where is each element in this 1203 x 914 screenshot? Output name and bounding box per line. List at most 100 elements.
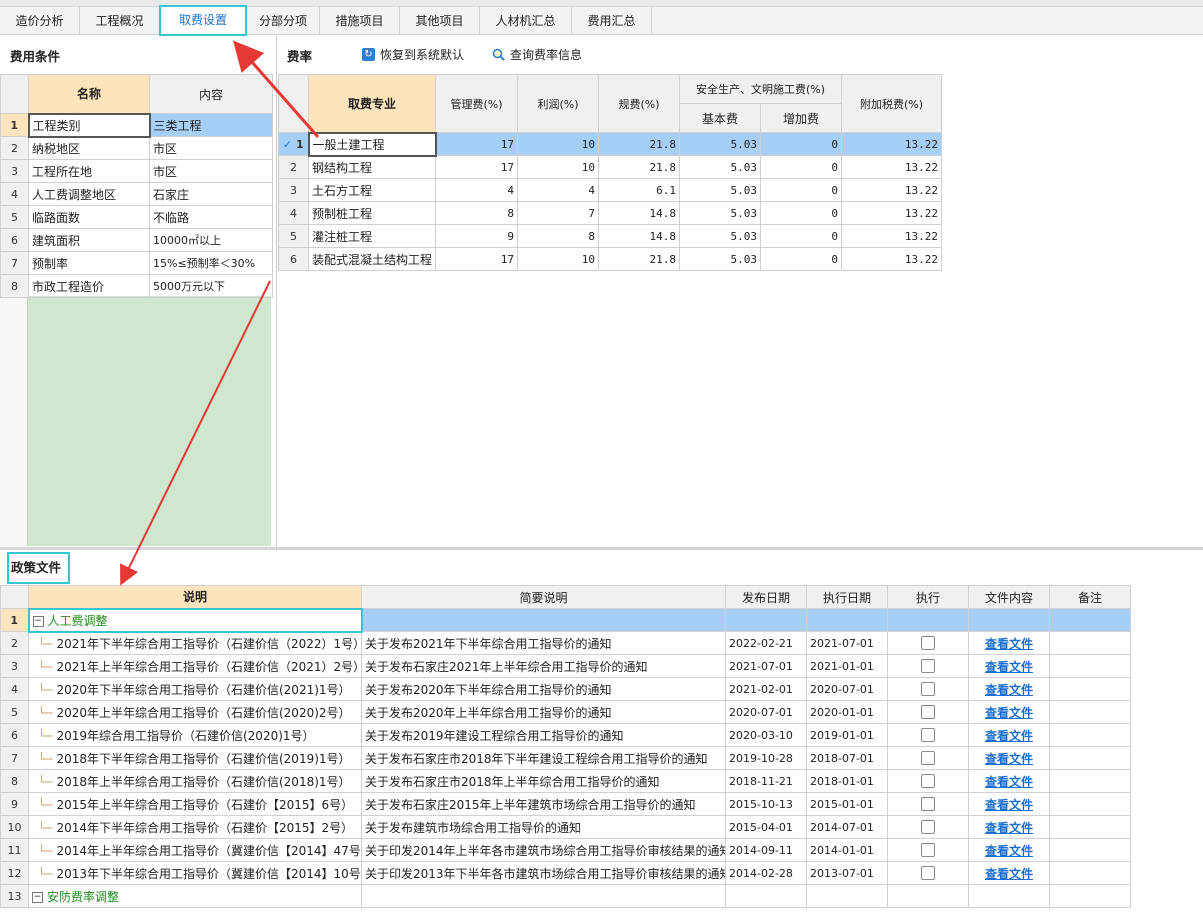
collapse-icon[interactable]: −: [32, 615, 44, 627]
view-file-link[interactable]: 查看文件: [968, 838, 1050, 862]
table-row[interactable]: 8 └─ 2018年上半年综合用工指导价（石建价信(2018)1号） 关于发布石家庄市…: [0, 769, 1131, 793]
tab-other-items[interactable]: 其他项目: [400, 7, 480, 35]
policy-exec-date[interactable]: 2014-01-01: [806, 838, 888, 862]
view-file-link[interactable]: 查看文件: [968, 654, 1050, 678]
policy-brief[interactable]: 关于发布2020年上半年综合用工指导价的通知: [361, 700, 726, 724]
policy-note[interactable]: [1049, 746, 1131, 770]
policy-brief[interactable]: 关于发布2020年下半年综合用工指导价的通知: [361, 677, 726, 701]
table-row[interactable]: 1 工程类别 三类工程: [0, 112, 273, 138]
execute-checkbox[interactable]: [921, 682, 935, 697]
tab-labor-material-summary[interactable]: 人材机汇总: [480, 7, 572, 35]
tab-fee-summary[interactable]: 费用汇总: [572, 7, 652, 35]
table-row[interactable]: 9 └─ 2015年上半年综合用工指导价（石建价【2015】6号） 关于发布石家庄20…: [0, 792, 1131, 816]
table-row[interactable]: 3 土石方工程 4 4 6.1 5.03 0 13.22: [278, 178, 943, 202]
policy-brief[interactable]: 关于发布石家庄市2018年下半年建设工程综合用工指导价的通知: [361, 746, 726, 770]
execute-checkbox[interactable]: [921, 820, 935, 835]
policy-note[interactable]: [1049, 654, 1131, 678]
query-rate-button[interactable]: 查询费率信息: [492, 45, 582, 63]
execute-checkbox[interactable]: [921, 705, 935, 720]
policy-brief[interactable]: 关于发布建筑市场综合用工指导价的通知: [361, 815, 726, 839]
policy-exec-date[interactable]: 2014-07-01: [806, 815, 888, 839]
table-row[interactable]: 3 工程所在地 市区: [0, 159, 273, 183]
execute-checkbox[interactable]: [921, 843, 935, 858]
restore-default-button[interactable]: ↻ 恢复到系统默认: [362, 45, 464, 63]
policy-pub-date[interactable]: 2021-07-01: [725, 654, 807, 678]
table-row[interactable]: 7 └─ 2018年下半年综合用工指导价（石建价信(2019)1号） 关于发布石家庄市…: [0, 746, 1131, 770]
policy-pub-date[interactable]: 2020-03-10: [725, 723, 807, 747]
policy-exec-date[interactable]: 2015-01-01: [806, 792, 888, 816]
execute-checkbox[interactable]: [921, 751, 935, 766]
table-row[interactable]: 2 └─ 2021年下半年综合用工指导价（石建价信（2022）1号） 关于发布2021…: [0, 631, 1131, 655]
execute-checkbox[interactable]: [921, 636, 935, 651]
table-row[interactable]: 6 装配式混凝土结构工程 17 10 21.8 5.03 0 13.22: [278, 247, 943, 271]
table-row[interactable]: 7 预制率 15%≤预制率＜30%: [0, 251, 273, 275]
table-row[interactable]: 12 └─ 2013年下半年综合用工指导价（冀建价信【2014】10号） 关于印发20…: [0, 861, 1131, 885]
policy-brief[interactable]: 关于发布石家庄2015年上半年建筑市场综合用工指导价的通知: [361, 792, 726, 816]
execute-checkbox[interactable]: [921, 728, 935, 743]
table-row[interactable]: 8 市政工程造价 5000万元以下: [0, 274, 273, 298]
policy-exec-date[interactable]: 2018-07-01: [806, 746, 888, 770]
policy-note[interactable]: [1049, 677, 1131, 701]
execute-checkbox[interactable]: [921, 866, 935, 881]
policy-brief[interactable]: 关于印发2013年下半年各市建筑市场综合用工指导价审核结果的通知: [361, 861, 726, 885]
policy-note[interactable]: [1049, 815, 1131, 839]
execute-checkbox[interactable]: [921, 659, 935, 674]
policy-note[interactable]: [1049, 769, 1131, 793]
policy-group-row[interactable]: 13− 安防费率调整: [0, 884, 1131, 908]
policy-note[interactable]: [1049, 723, 1131, 747]
execute-checkbox[interactable]: [921, 774, 935, 789]
table-row[interactable]: 2 纳税地区 市区: [0, 136, 273, 160]
policy-exec-date[interactable]: 2019-01-01: [806, 723, 888, 747]
tab-sub-items[interactable]: 分部分项: [247, 7, 320, 35]
view-file-link[interactable]: 查看文件: [968, 723, 1050, 747]
policy-note[interactable]: [1049, 700, 1131, 724]
policy-brief[interactable]: 关于发布石家庄2021年上半年综合用工指导价的通知: [361, 654, 726, 678]
view-file-link[interactable]: 查看文件: [968, 792, 1050, 816]
policy-pub-date[interactable]: 2015-04-01: [725, 815, 807, 839]
policy-exec-date[interactable]: 2021-01-01: [806, 654, 888, 678]
policy-pub-date[interactable]: 2019-10-28: [725, 746, 807, 770]
policy-pub-date[interactable]: 2020-07-01: [725, 700, 807, 724]
table-row[interactable]: 2 钢结构工程 17 10 21.8 5.03 0 13.22: [278, 155, 943, 179]
policy-note[interactable]: [1049, 792, 1131, 816]
policy-brief[interactable]: 关于印发2014年上半年各市建筑市场综合用工指导价审核结果的通知: [361, 838, 726, 862]
policy-pub-date[interactable]: 2014-02-28: [725, 861, 807, 885]
policy-exec-date[interactable]: 2020-01-01: [806, 700, 888, 724]
view-file-link[interactable]: 查看文件: [968, 746, 1050, 770]
policy-brief[interactable]: 关于发布2021年下半年综合用工指导价的通知: [361, 631, 726, 655]
table-row[interactable]: 5 临路面数 不临路: [0, 205, 273, 229]
table-row[interactable]: 10 └─ 2014年下半年综合用工指导价（石建价【2015】2号） 关于发布建筑市场…: [0, 815, 1131, 839]
table-row[interactable]: ✓ 1 一般土建工程 17 10 21.8 5.03 0 13.22: [278, 131, 943, 157]
collapse-icon[interactable]: −: [32, 891, 43, 903]
policy-pub-date[interactable]: 2021-02-01: [725, 677, 807, 701]
tab-project-overview[interactable]: 工程概况: [80, 7, 160, 35]
table-row[interactable]: 4 人工费调整地区 石家庄: [0, 182, 273, 206]
policy-exec-date[interactable]: 2020-07-01: [806, 677, 888, 701]
table-row[interactable]: 11 └─ 2014年上半年综合用工指导价（冀建价信【2014】47号） 关于印发20…: [0, 838, 1131, 862]
policy-exec-date[interactable]: 2013-07-01: [806, 861, 888, 885]
tab-cost-analysis[interactable]: 造价分析: [0, 7, 80, 35]
policy-exec-date[interactable]: 2021-07-01: [806, 631, 888, 655]
table-row[interactable]: 3 └─ 2021年上半年综合用工指导价（石建价信（2021）2号） 关于发布石家庄2…: [0, 654, 1131, 678]
tab-fee-settings[interactable]: 取费设置: [159, 5, 247, 36]
policy-note[interactable]: [1049, 631, 1131, 655]
policy-pub-date[interactable]: 2022-02-21: [725, 631, 807, 655]
table-row[interactable]: 6 建筑面积 10000㎡以上: [0, 228, 273, 252]
view-file-link[interactable]: 查看文件: [968, 815, 1050, 839]
execute-checkbox[interactable]: [921, 797, 935, 812]
panel-splitter[interactable]: [0, 547, 1203, 550]
policy-exec-date[interactable]: 2018-01-01: [806, 769, 888, 793]
view-file-link[interactable]: 查看文件: [968, 769, 1050, 793]
table-row[interactable]: 5 灌注桩工程 9 8 14.8 5.03 0 13.22: [278, 224, 943, 248]
view-file-link[interactable]: 查看文件: [968, 700, 1050, 724]
table-row[interactable]: 6 └─ 2019年综合用工指导价（石建价信(2020)1号） 关于发布2019年建设…: [0, 723, 1131, 747]
policy-pub-date[interactable]: 2018-11-21: [725, 769, 807, 793]
view-file-link[interactable]: 查看文件: [968, 861, 1050, 885]
policy-pub-date[interactable]: 2014-09-11: [725, 838, 807, 862]
policy-note[interactable]: [1049, 838, 1131, 862]
view-file-link[interactable]: 查看文件: [968, 677, 1050, 701]
policy-note[interactable]: [1049, 861, 1131, 885]
table-row[interactable]: 5 └─ 2020年上半年综合用工指导价（石建价信(2020)2号） 关于发布2020…: [0, 700, 1131, 724]
table-row[interactable]: 4 └─ 2020年下半年综合用工指导价（石建价信(2021)1号） 关于发布2020…: [0, 677, 1131, 701]
view-file-link[interactable]: 查看文件: [968, 631, 1050, 655]
